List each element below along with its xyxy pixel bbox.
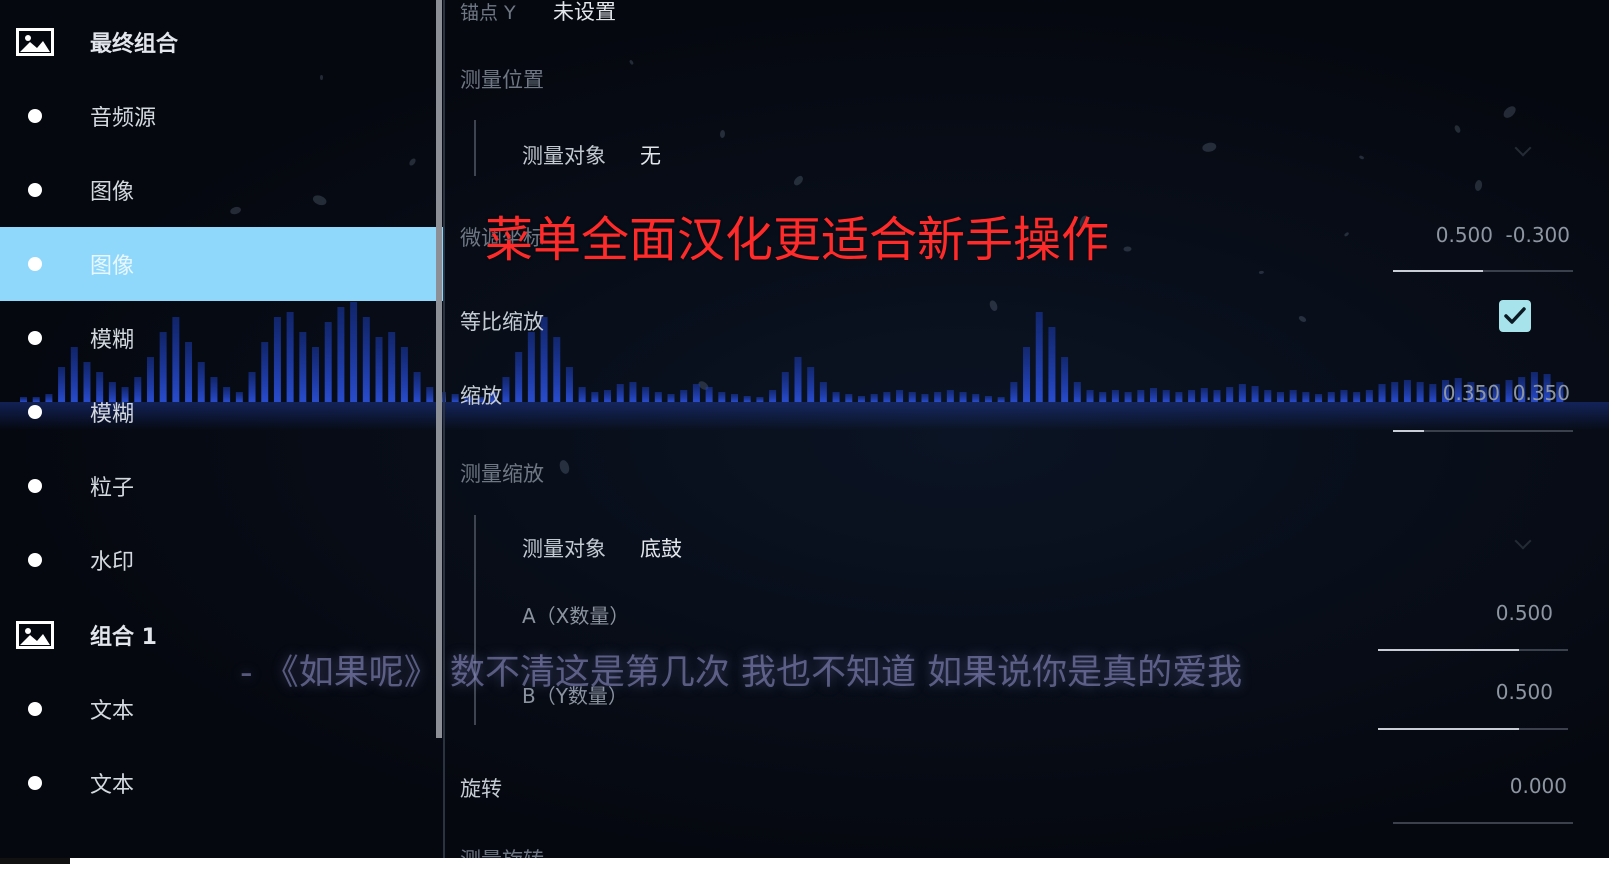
layer-sidebar: 最终组合 音频源 图像 图像 模糊 模糊 粒子 水印 组合 1 文本 文本	[0, 0, 444, 877]
layer-label: 水印	[90, 550, 135, 575]
chevron-down-icon[interactable]	[1514, 532, 1532, 550]
measure-target-select[interactable]: 无	[640, 140, 661, 170]
layer-item-final-composite[interactable]: 最终组合	[0, 5, 444, 79]
bottom-bar	[0, 858, 1609, 877]
scale-y-value[interactable]: 0.350	[1500, 381, 1570, 405]
lyric-subtitle: - 《如果呢》 数不清这是第几次 我也不知道 如果说你是真的爱我	[240, 653, 1243, 693]
image-group-icon	[16, 28, 54, 56]
layer-label: 图像	[90, 254, 135, 279]
check-icon	[1504, 307, 1526, 324]
measure-target-label: 测量对象	[522, 144, 606, 168]
slider-fill	[1393, 270, 1483, 272]
measure-position-header[interactable]: 测量位置	[460, 64, 544, 94]
layer-dot-icon	[28, 183, 42, 197]
indent-guide	[474, 120, 476, 176]
measure-scale-header[interactable]: 测量缩放	[460, 458, 544, 488]
fine-tune-x-value[interactable]: 0.500	[1413, 223, 1493, 247]
layer-label: 组合 1	[90, 625, 157, 650]
layer-item-particles[interactable]: 粒子	[0, 449, 444, 523]
measure-scale-target-select[interactable]: 底鼓	[640, 533, 682, 563]
layer-item-watermark[interactable]: 水印	[0, 523, 444, 597]
layer-item-text[interactable]: 文本	[0, 746, 444, 820]
measure-rotation-header[interactable]: 测量旋转	[460, 844, 544, 858]
slider-fill	[1393, 430, 1424, 432]
chevron-down-icon[interactable]	[1514, 139, 1532, 157]
layer-item-blur[interactable]: 模糊	[0, 301, 444, 375]
fine-tune-y-value[interactable]: -0.300	[1500, 223, 1570, 247]
measure-b-value[interactable]: 0.500	[1445, 680, 1553, 704]
layer-dot-icon	[28, 553, 42, 567]
promo-headline: 菜单全面汉化更适合新手操作	[485, 212, 1110, 268]
anchor-y-value[interactable]: 未设置	[553, 0, 616, 26]
measure-scale-target-label: 测量对象	[522, 537, 606, 561]
sidebar-scrollbar[interactable]	[436, 0, 442, 738]
proportional-scale-checkbox[interactable]	[1499, 300, 1531, 332]
rotation-value[interactable]: 0.000	[1475, 774, 1567, 798]
layer-dot-icon	[28, 405, 42, 419]
rotation-slider[interactable]	[1393, 822, 1573, 824]
layer-dot-icon	[28, 109, 42, 123]
layer-dot-icon	[28, 257, 42, 271]
proportional-scale-label: 等比缩放	[460, 310, 544, 334]
layer-dot-icon	[28, 479, 42, 493]
layer-dot-icon	[28, 776, 42, 790]
layer-item-blur[interactable]: 模糊	[0, 375, 444, 449]
fine-tune-slider[interactable]	[1393, 270, 1573, 272]
slider-fill	[1378, 728, 1519, 730]
scale-slider[interactable]	[1393, 430, 1573, 432]
rotation-label: 旋转	[460, 777, 502, 801]
layer-item-audio-source[interactable]: 音频源	[0, 79, 444, 153]
layer-item-image-selected[interactable]: 图像	[0, 227, 444, 301]
measure-b-slider[interactable]	[1378, 728, 1568, 730]
layer-dot-icon	[28, 331, 42, 345]
scale-label: 缩放	[460, 384, 502, 408]
layer-label: 粒子	[90, 476, 135, 501]
properties-panel: 锚点 Y 未设置 测量位置 测量对象 无 微调坐标 0.500 -0.300 等…	[445, 0, 1609, 877]
anchor-y-label: 锚点 Y	[460, 2, 516, 24]
layer-label: 音频源	[90, 106, 157, 131]
measure-a-slider[interactable]	[1378, 649, 1568, 651]
layer-label: 模糊	[90, 402, 135, 427]
layer-item-image[interactable]: 图像	[0, 153, 444, 227]
layer-label: 文本	[90, 699, 135, 724]
layer-label: 模糊	[90, 328, 135, 353]
layer-label: 最终组合	[90, 32, 179, 57]
layer-label: 文本	[90, 773, 135, 798]
slider-fill	[1378, 649, 1519, 651]
layer-label: 图像	[90, 180, 135, 205]
layer-dot-icon	[28, 702, 42, 716]
measure-a-label: A（X数量）	[522, 604, 630, 628]
scale-x-value[interactable]: 0.350	[1420, 381, 1500, 405]
measure-a-value[interactable]: 0.500	[1445, 601, 1553, 625]
bottom-mark	[0, 858, 70, 864]
image-group-icon	[16, 621, 54, 649]
